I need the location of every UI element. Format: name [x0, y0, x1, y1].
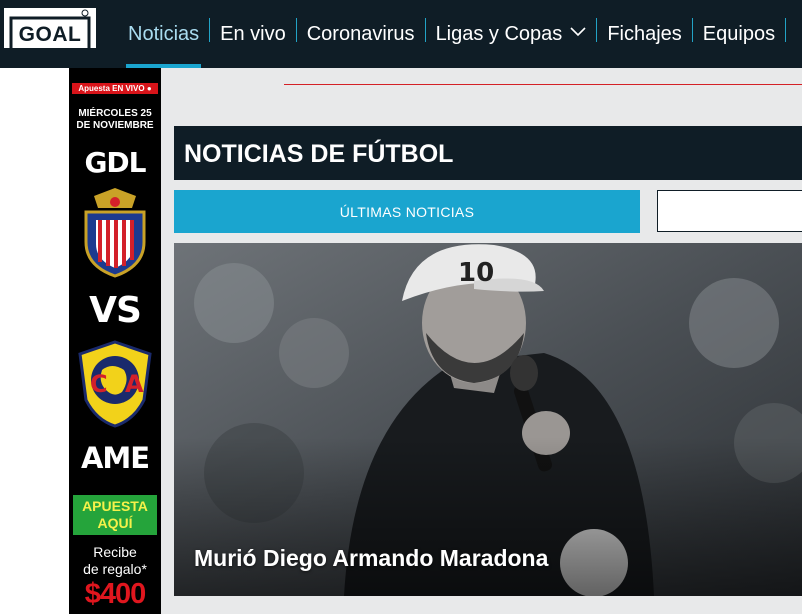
- chevron-down-icon: [570, 27, 586, 37]
- nav-item-label: Equipos: [702, 22, 776, 45]
- ad-home-team: GDL: [84, 146, 146, 179]
- nav-item-noticias[interactable]: Noticias: [118, 0, 209, 68]
- ad-date-line-2: DE NOVIEMBRE: [76, 120, 154, 131]
- chivas-crest-icon: [84, 188, 146, 278]
- tab-latest-news[interactable]: ÚLTIMAS NOTICIAS: [174, 190, 640, 233]
- featured-headline[interactable]: Murió Diego Armando Maradona: [194, 545, 548, 572]
- nav-item-en-vivo[interactable]: En vivo: [210, 0, 296, 68]
- ad-live-label: Apuesta EN VIVO: [78, 84, 145, 93]
- ad-promo-text: Recibe de regalo*: [69, 544, 161, 578]
- nav-item-label: Ligas y Copas: [435, 22, 563, 45]
- nav-item-label: En vivo: [220, 22, 286, 45]
- nav-item-equipos[interactable]: Equipos: [693, 0, 785, 68]
- nav-item-label: Coronavirus: [306, 22, 415, 45]
- nav-divider: [785, 18, 787, 42]
- section-header: NOTICIAS DE FÚTBOL: [174, 126, 802, 180]
- logo-text: GOAL: [18, 23, 82, 46]
- ad-live-badge: Apuesta EN VIVO ●: [72, 83, 158, 94]
- section-title: NOTICIAS DE FÚTBOL: [184, 140, 454, 168]
- nav-item-ligas-y-copas[interactable]: Ligas y Copas: [426, 0, 597, 68]
- betting-ad-banner[interactable]: Apuesta EN VIVO ● MIÉRCOLES 25 DE NOVIEM…: [69, 68, 161, 614]
- ad-cta-line-1: APUESTA: [82, 498, 148, 514]
- featured-photo: 10: [174, 243, 802, 596]
- ad-cta-line-2: AQUÍ: [97, 515, 133, 531]
- ad-promo-line-2: de regalo*: [83, 561, 147, 577]
- america-crest-icon: C A: [78, 340, 152, 428]
- svg-text:A: A: [125, 370, 144, 398]
- ad-promo-line-1: Recibe: [93, 544, 137, 560]
- featured-news-card[interactable]: 10 Murió Diego Armando Maradona: [174, 243, 802, 596]
- ad-away-team: AME: [80, 441, 150, 475]
- nav-item-label: Fichajes: [607, 22, 682, 45]
- ad-promo-amount: $400: [84, 578, 147, 610]
- svg-text:C: C: [90, 370, 108, 398]
- divider-line: [284, 84, 802, 85]
- goal-logo[interactable]: GOAL: [4, 8, 96, 48]
- nav-item-fichajes[interactable]: Fichajes: [597, 0, 691, 68]
- ad-date-line-1: MIÉRCOLES 25: [78, 108, 152, 119]
- nav-item-label: Noticias: [128, 22, 200, 45]
- tab-secondary[interactable]: [657, 190, 802, 232]
- main-nav: Noticias En vivo Coronavirus Ligas y Cop…: [118, 0, 787, 68]
- ad-bet-button[interactable]: APUESTA AQUÍ: [73, 495, 157, 535]
- ad-match-date: MIÉRCOLES 25 DE NOVIEMBRE: [69, 108, 161, 132]
- ad-versus: VS: [89, 290, 142, 331]
- nav-item-coronavirus[interactable]: Coronavirus: [297, 0, 425, 68]
- top-navigation-bar: GOAL Noticias En vivo Coronavirus Ligas …: [0, 0, 802, 68]
